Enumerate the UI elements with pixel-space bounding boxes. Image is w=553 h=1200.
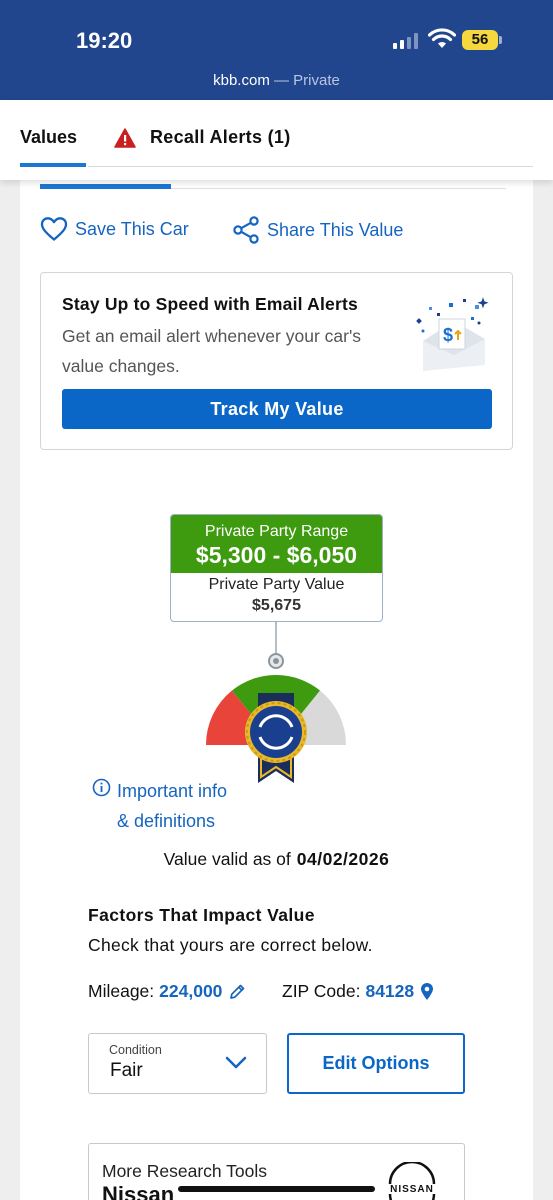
tab-recall-label: Recall Alerts (1) — [150, 127, 291, 147]
status-time: 19:20 — [76, 28, 133, 53]
email-alert-panel: Stay Up to Speed with Email Alerts Get a… — [40, 272, 513, 450]
price-range-header: Private Party Range $5,300 - $6,050 — [171, 515, 382, 573]
cellular-signal-icon — [393, 33, 419, 49]
value-valid-date: Value valid as of 04/02/2026 — [0, 849, 553, 870]
nissan-logo: NISSAN — [388, 1162, 436, 1200]
warning-icon — [114, 127, 136, 148]
private-party-value-amount: $5,675 — [252, 597, 301, 614]
private-party-value-label: Private Party Value — [208, 576, 345, 593]
mileage-field[interactable]: Mileage: 224,000 — [88, 981, 246, 1002]
share-value-label: Share This Value — [267, 219, 404, 240]
tab-divider — [88, 166, 533, 167]
condition-value: Fair — [110, 1060, 143, 1081]
info-icon — [92, 778, 111, 797]
zip-code-field[interactable]: ZIP Code: 84128 — [282, 981, 434, 1002]
factors-title: Factors That Impact Value — [88, 905, 315, 925]
battery-icon: 56 — [462, 30, 498, 50]
section-progress-track — [171, 188, 506, 189]
factors-subtitle: Check that yours are correct below. — [88, 935, 373, 955]
valid-label: Value valid as of — [163, 849, 291, 869]
mileage-value: 224,000 — [159, 981, 223, 1001]
edit-options-button[interactable]: Edit Options — [287, 1033, 465, 1094]
url-bar[interactable]: kbb.com — Private — [0, 72, 553, 89]
heart-icon — [40, 217, 68, 241]
valid-date: 04/02/2026 — [296, 849, 390, 869]
tab-values[interactable]: Values — [20, 127, 77, 148]
track-my-value-button[interactable]: Track My Value — [62, 389, 492, 429]
url-domain: kbb.com — [213, 72, 270, 89]
pencil-icon[interactable] — [228, 983, 246, 1001]
price-range-label: Private Party Range — [204, 523, 349, 540]
location-pin-icon[interactable] — [420, 982, 434, 1001]
important-info-line1: Important info — [117, 781, 228, 801]
tab-active-indicator — [20, 163, 86, 167]
battery-tip — [499, 36, 502, 44]
research-make: Nissan — [102, 1182, 175, 1200]
mileage-label: Mileage: — [88, 981, 155, 1001]
chevron-down-icon — [225, 1056, 247, 1069]
page-gutter-right — [533, 180, 553, 1200]
browser-top-bar: 19:20 56 kbb.com — Private — [0, 0, 553, 100]
zip-code-value: 84128 — [365, 981, 415, 1001]
value-gauge — [205, 622, 347, 783]
save-car-label: Save This Car — [75, 218, 189, 239]
share-value-button[interactable]: Share This Value — [232, 216, 403, 244]
tab-recall-alerts[interactable]: Recall Alerts (1) — [114, 127, 291, 148]
share-icon — [233, 216, 259, 244]
private-party-price-box: Private Party Range $5,300 - $6,050 Priv… — [170, 514, 383, 622]
condition-select[interactable]: Condition Fair — [88, 1033, 267, 1094]
svg-text:$: $ — [443, 325, 453, 345]
zip-code-label: ZIP Code: — [282, 981, 361, 1001]
important-info-line2: & definitions — [117, 811, 216, 831]
email-alert-description: Get an email alert whenever your car's v… — [62, 326, 362, 376]
section-progress-active — [40, 184, 171, 189]
tab-bar: Values Recall Alerts (1) — [0, 100, 553, 180]
wifi-icon — [428, 28, 456, 48]
condition-label: Condition — [109, 1043, 162, 1057]
price-range-value: $5,300 - $6,050 — [195, 542, 358, 568]
save-car-button[interactable]: Save This Car — [40, 216, 189, 242]
research-tools-label: More Research Tools — [102, 1161, 268, 1181]
nissan-logo-text: NISSAN — [390, 1184, 434, 1195]
email-alert-title: Stay Up to Speed with Email Alerts — [62, 294, 358, 314]
private-mode-label: — Private — [274, 72, 340, 89]
email-envelope-icon: $ — [416, 297, 489, 371]
page-gutter-left — [0, 180, 20, 1200]
home-indicator[interactable] — [178, 1186, 375, 1192]
